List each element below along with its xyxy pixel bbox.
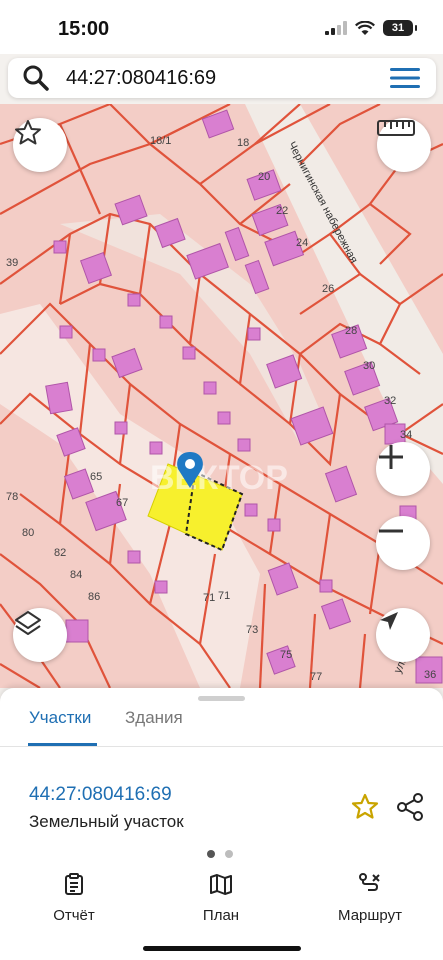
tab-buildings[interactable]: Здания — [125, 708, 183, 746]
menu-icon[interactable] — [388, 66, 422, 90]
house-number: 80 — [22, 527, 34, 539]
nav-plan-label: План — [202, 907, 240, 924]
house-number: 36 — [424, 669, 436, 681]
search-icon[interactable] — [22, 64, 50, 92]
house-number: 26 — [322, 283, 334, 295]
nav-plan[interactable]: План — [200, 872, 242, 924]
house-number: 71 — [203, 592, 215, 604]
star-icon — [15, 120, 41, 145]
nav-report[interactable]: Отчёт — [50, 872, 98, 924]
map-watermark: ВЕКТОР — [150, 459, 288, 497]
house-number: 71 — [218, 590, 230, 602]
search-input[interactable] — [64, 65, 368, 91]
house-number: 20 — [258, 171, 270, 183]
house-number: 75 — [280, 649, 292, 661]
house-number: 73 — [246, 624, 258, 636]
pager-dot-active — [207, 850, 215, 858]
search-bar[interactable] — [8, 58, 436, 98]
zoom-out-button[interactable] — [376, 516, 430, 570]
map-icon — [210, 874, 232, 895]
sheet-tabs: Участки Здания — [0, 708, 443, 747]
ruler-icon — [377, 120, 415, 136]
status-bar: 15:00 31 — [0, 0, 443, 54]
house-number: 67 — [116, 497, 128, 509]
map-canvas[interactable]: ВЕКТОР Чернигинская набережная улиц 18/1… — [0, 104, 443, 688]
zoom-out-icon — [379, 529, 403, 533]
sheet-grabber[interactable] — [198, 696, 245, 701]
locate-icon — [380, 612, 398, 630]
tab-active-indicator — [28, 743, 97, 746]
house-number: 28 — [345, 325, 357, 337]
pager-dot — [225, 850, 233, 858]
cadastral-map[interactable]: ВЕКТОР Чернигинская набережная улиц 18/1… — [0, 104, 443, 688]
signal-icon — [325, 21, 347, 35]
house-number: 24 — [296, 237, 308, 249]
house-number: 18/1 — [150, 135, 171, 147]
wifi-icon — [355, 20, 375, 35]
favorites-button[interactable] — [13, 118, 67, 172]
layers-icon — [15, 611, 41, 635]
house-number: 39 — [6, 257, 18, 269]
house-number: 86 — [88, 591, 100, 603]
favorite-star-icon[interactable] — [350, 792, 380, 822]
home-indicator — [143, 946, 301, 951]
zoom-in-icon — [379, 445, 403, 469]
house-number: 65 — [90, 471, 102, 483]
house-number: 77 — [310, 671, 322, 683]
nav-route[interactable]: Маршрут — [334, 872, 406, 924]
battery-indicator: 31 — [383, 20, 417, 36]
parcel-id-link[interactable]: 44:27:080416:69 — [29, 784, 172, 806]
status-time: 15:00 — [58, 18, 110, 40]
bottom-nav: Отчёт План Маршрут — [0, 864, 443, 960]
measure-button[interactable] — [377, 118, 431, 172]
status-icons: 31 — [325, 20, 417, 36]
parcel-type: Земельный участок — [29, 812, 184, 831]
route-icon — [359, 873, 380, 891]
layers-button[interactable] — [13, 608, 67, 662]
house-number: 84 — [70, 569, 82, 581]
locate-button[interactable] — [376, 608, 430, 662]
house-number: 22 — [276, 205, 288, 217]
nav-route-label: Маршрут — [338, 907, 402, 924]
house-number: 32 — [384, 395, 396, 407]
tab-parcels[interactable]: Участки — [29, 708, 91, 746]
report-icon — [65, 873, 83, 895]
nav-report-label: Отчёт — [53, 907, 95, 924]
zoom-in-button[interactable] — [376, 442, 430, 496]
house-number: 78 — [6, 491, 18, 503]
house-number: 82 — [54, 547, 66, 559]
share-icon[interactable] — [395, 792, 425, 822]
house-number: 30 — [363, 360, 375, 372]
pager-dots — [207, 850, 233, 858]
house-number: 34 — [400, 429, 412, 441]
house-number: 18 — [237, 137, 249, 149]
